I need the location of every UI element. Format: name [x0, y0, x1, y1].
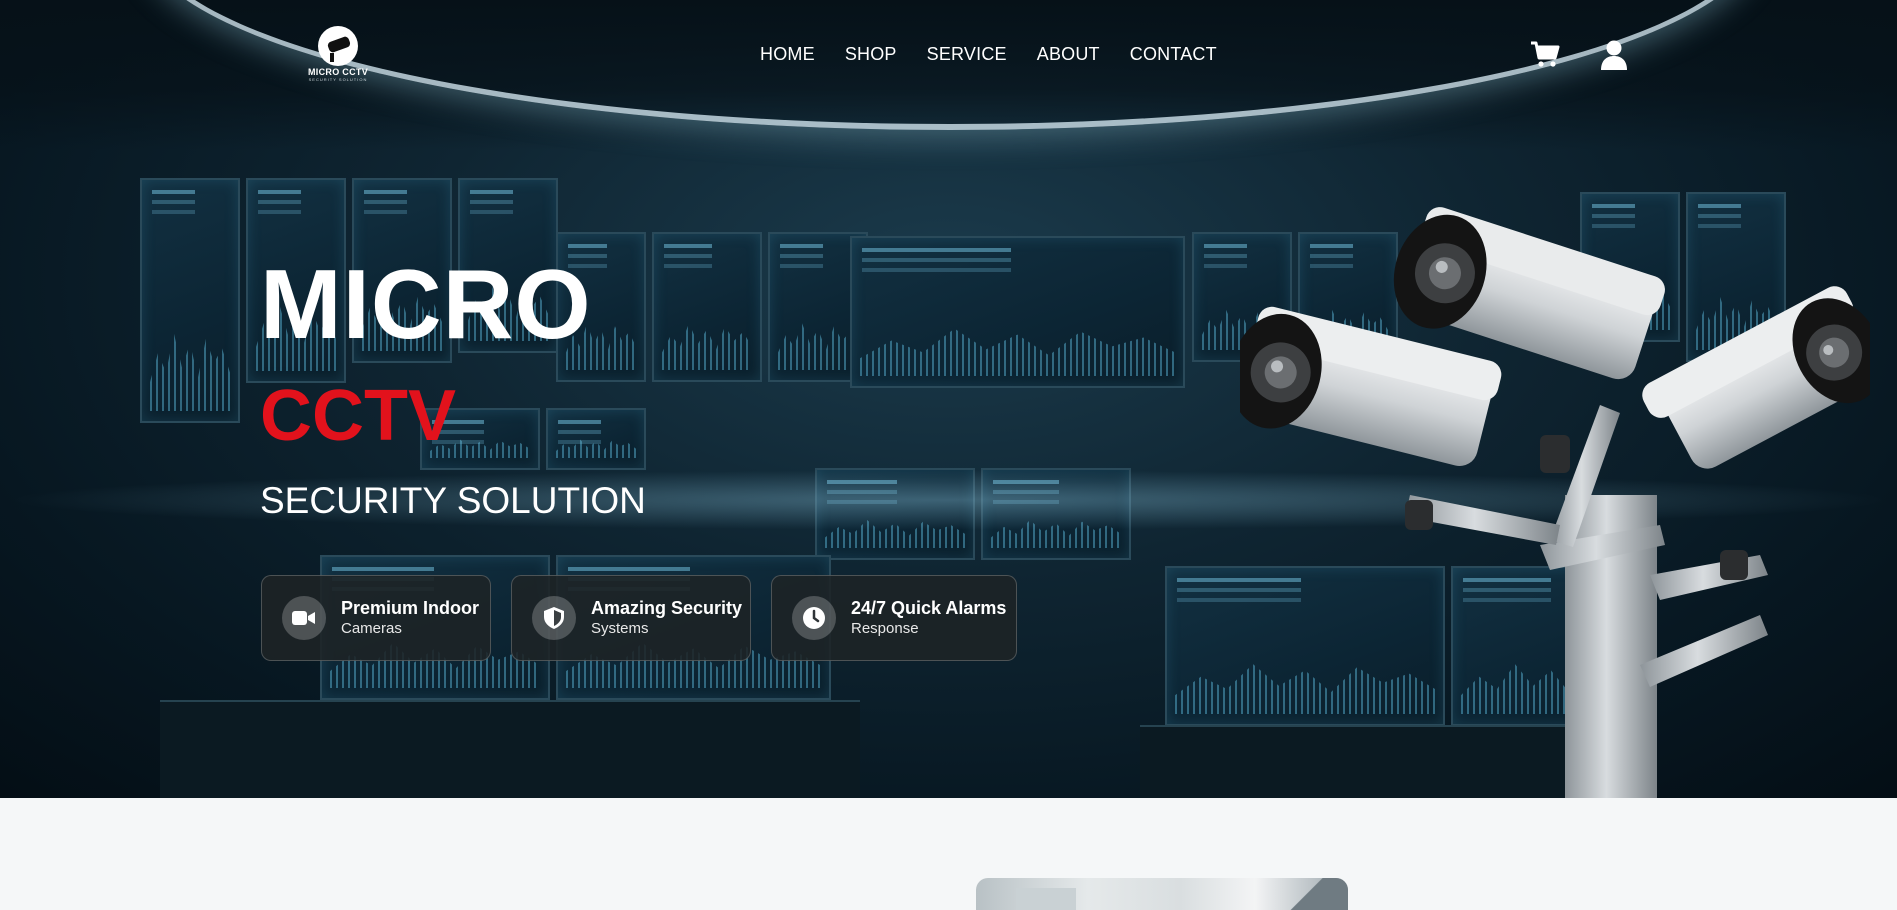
monitor-wall-center-left	[556, 232, 868, 382]
logo[interactable]: MICRO CCTV SECURITY SOLUTION	[304, 26, 372, 82]
feature-title: 24/7 Quick Alarms	[851, 598, 1007, 618]
hero-title: MICRO	[260, 249, 592, 359]
main-nav: HOME SHOP SERVICE ABOUT CONTACT	[760, 44, 1217, 65]
feature-card-security-systems[interactable]: Amazing Security Systems	[511, 575, 751, 661]
nav-shop[interactable]: SHOP	[845, 44, 897, 65]
monitor-wall-center	[850, 236, 1185, 388]
feature-desc: Systems	[591, 620, 649, 637]
hero-accent-title: CCTV	[260, 376, 456, 456]
cart-icon[interactable]	[1528, 38, 1562, 72]
cctv-cameras-image	[1240, 207, 1870, 798]
clock-icon	[792, 596, 836, 640]
nav-contact[interactable]: CONTACT	[1130, 44, 1217, 65]
nav-home[interactable]: HOME	[760, 44, 815, 65]
shield-icon	[532, 596, 576, 640]
nav-about[interactable]: ABOUT	[1037, 44, 1100, 65]
hero-section: MICRO CCTV SECURITY SOLUTION HOME SHOP S…	[0, 0, 1897, 798]
feature-card-indoor-cameras[interactable]: Premium Indoor Cameras	[261, 575, 491, 661]
desk-left	[160, 700, 860, 798]
feature-cards: Premium Indoor Cameras Amazing Security …	[261, 575, 1017, 661]
nav-service[interactable]: SERVICE	[927, 44, 1007, 65]
video-camera-icon	[282, 596, 326, 640]
feature-title: Premium Indoor	[341, 598, 480, 618]
cctv-camera-logo-icon	[318, 26, 358, 66]
logo-text: MICRO CCTV	[308, 67, 368, 77]
feature-desc: Cameras	[341, 620, 402, 637]
feature-image-card	[976, 878, 1348, 910]
user-icon[interactable]	[1597, 38, 1631, 72]
feature-title: Amazing Security	[591, 598, 743, 618]
hero-subtitle: SECURITY SOLUTION	[260, 480, 646, 521]
logo-subtext: SECURITY SOLUTION	[308, 77, 368, 82]
feature-card-alarms-response[interactable]: 24/7 Quick Alarms Response	[771, 575, 1017, 661]
feature-desc: Response	[851, 620, 919, 637]
